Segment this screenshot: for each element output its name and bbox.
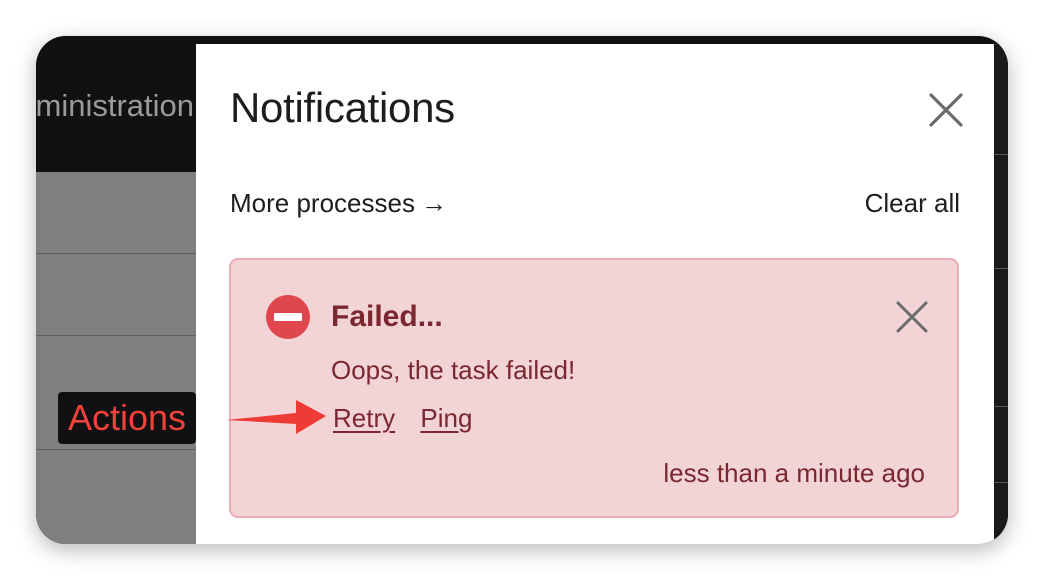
- right-strip-divider: [994, 154, 1008, 155]
- right-edge-strip: [994, 36, 1008, 544]
- notification-actions: Retry Ping: [333, 403, 490, 434]
- annotation-arrow-icon: [226, 400, 326, 434]
- notification-message: Oops, the task failed!: [331, 355, 576, 385]
- more-processes-label: More processes: [230, 188, 415, 218]
- error-minus-circle-icon: [266, 295, 310, 339]
- background-row-divider: [36, 449, 196, 450]
- arrow-right-icon: →: [420, 188, 447, 218]
- dismiss-notification-button[interactable]: [895, 300, 929, 334]
- clear-all-button[interactable]: Clear all: [865, 188, 960, 219]
- background-row-divider: [36, 253, 196, 254]
- background-header: ministration: [36, 36, 196, 172]
- right-strip-divider: [994, 268, 1008, 269]
- right-strip-divider: [994, 406, 1008, 407]
- background-list: [36, 172, 196, 544]
- more-processes-link[interactable]: More processes →: [230, 188, 447, 219]
- annotation-label: Actions: [58, 392, 197, 444]
- background-app: ministration: [36, 36, 196, 544]
- notification-card-error: Failed... Oops, the task failed! Retry P…: [229, 258, 959, 518]
- retry-link[interactable]: Retry: [333, 403, 395, 433]
- right-strip-divider: [994, 482, 1008, 483]
- panel-title: Notifications: [230, 84, 455, 131]
- close-panel-button[interactable]: [928, 92, 964, 128]
- notifications-panel: Notifications More processes → Clear all …: [196, 44, 994, 544]
- notification-title: Failed...: [331, 300, 443, 333]
- close-icon: [896, 301, 928, 333]
- ping-link[interactable]: Ping: [420, 403, 472, 433]
- window-frame: ministration Notifications More processe…: [36, 36, 1008, 544]
- notification-timestamp: less than a minute ago: [663, 458, 925, 488]
- close-icon: [929, 93, 963, 127]
- background-row-divider: [36, 335, 196, 336]
- background-header-text: ministration: [36, 88, 194, 123]
